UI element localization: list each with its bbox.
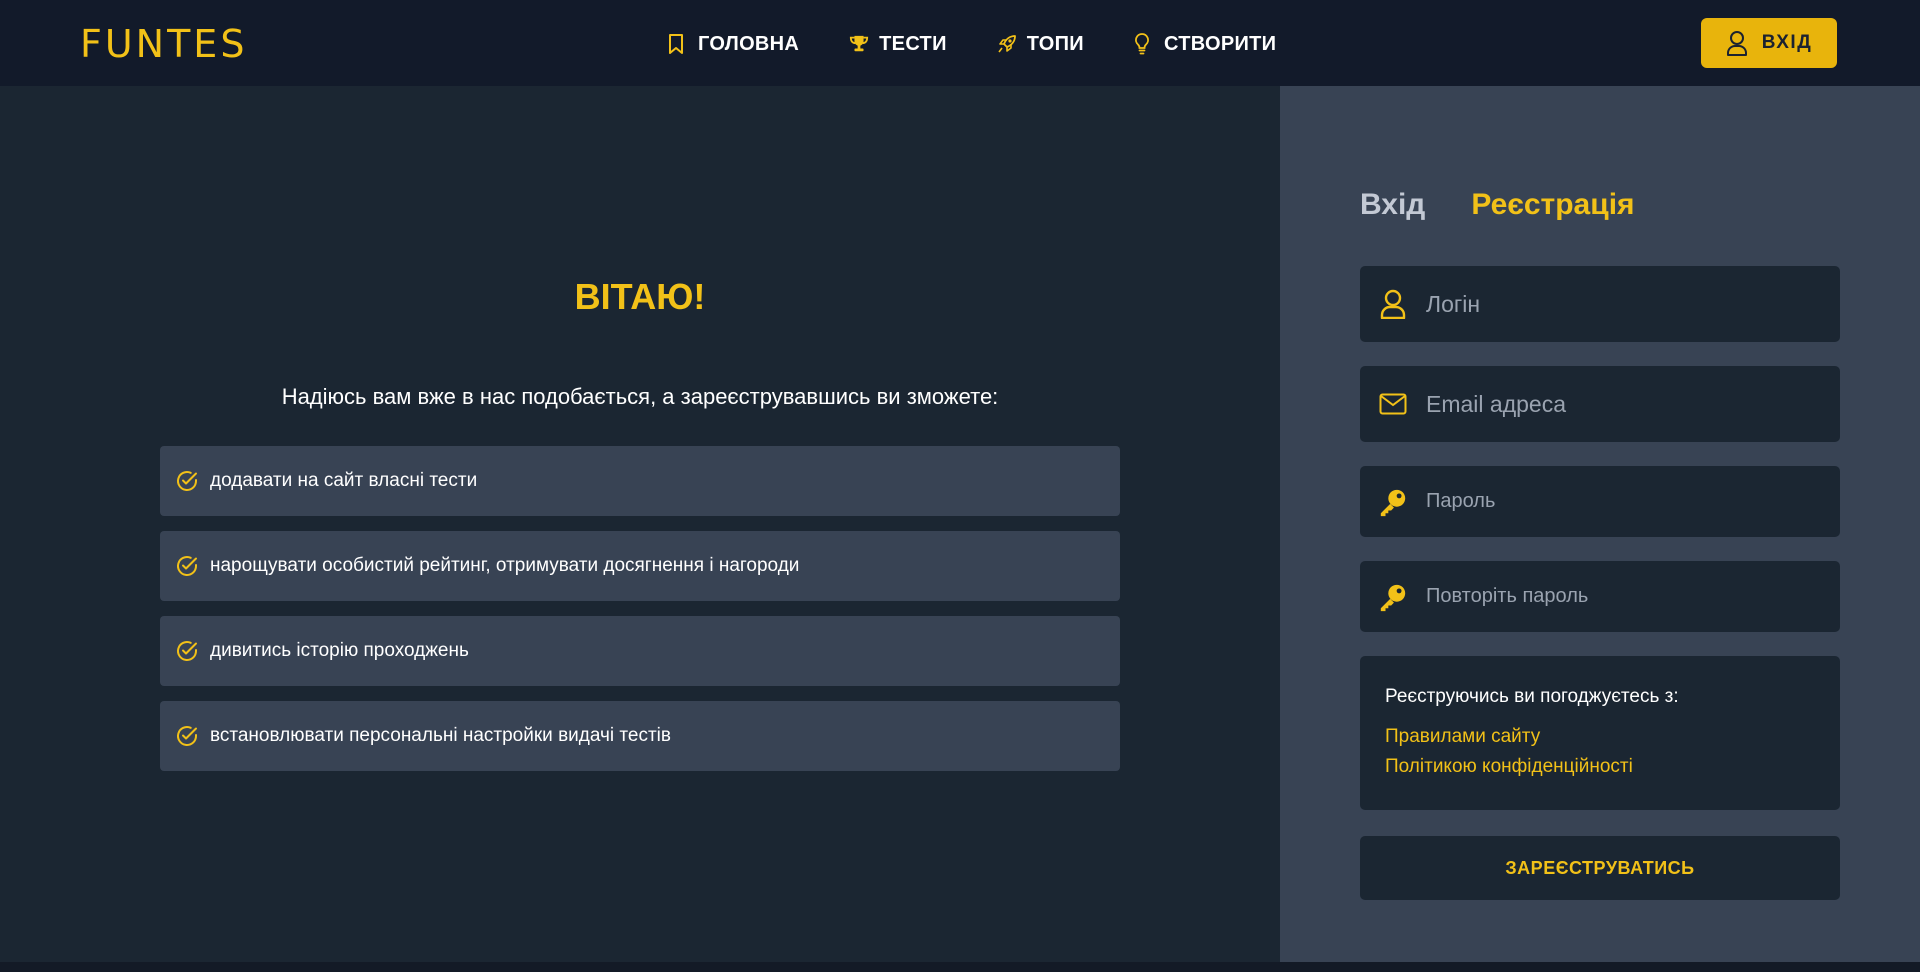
nav-item-label: ТЕСТИ	[879, 32, 947, 55]
check-circle-icon	[176, 470, 198, 492]
main-nav: ГОЛОВНА ТЕСТИ ТОПИ СТВОРИТИ	[668, 28, 1276, 60]
bookmark-icon	[668, 33, 688, 55]
benefit-text: встановлювати персональні настройки вида…	[210, 725, 671, 746]
list-item: нарощувати особистий рейтинг, отримувати…	[160, 531, 1120, 601]
password-input[interactable]	[1426, 490, 1826, 513]
nav-item-label: СТВОРИТИ	[1163, 32, 1277, 55]
check-circle-icon	[176, 725, 198, 747]
footer-strip	[0, 962, 1920, 972]
nav-item-tests[interactable]: ТЕСТИ	[849, 33, 947, 56]
login-button-label: ВХІД	[1761, 32, 1813, 53]
password-repeat-input[interactable]	[1426, 585, 1826, 608]
privacy-policy-link[interactable]: Політикою конфіденційності	[1385, 756, 1815, 778]
benefit-text: нарощувати особистий рейтинг, отримувати…	[210, 555, 800, 576]
password-field[interactable]	[1360, 466, 1840, 537]
benefit-text: додавати на сайт власні тести	[210, 470, 478, 491]
benefits-list: додавати на сайт власні тести нарощувати…	[160, 446, 1120, 786]
login-field[interactable]	[1360, 266, 1840, 342]
list-item: додавати на сайт власні тести	[160, 446, 1120, 516]
envelope-icon	[1378, 388, 1408, 420]
login-input[interactable]	[1426, 290, 1826, 318]
list-item: дивитись історію проходжень	[160, 616, 1120, 686]
nav-item-home[interactable]: ГОЛОВНА	[668, 33, 799, 56]
user-icon	[1726, 30, 1750, 56]
auth-tabs: Вхід Реєстрація	[1360, 188, 1681, 222]
terms-lead: Реєструючись ви погоджуєтесь з:	[1385, 686, 1679, 707]
welcome-subtitle: Надіюсь вам вже в нас подобається, а зар…	[281, 384, 999, 409]
auth-panel: Вхід Реєстрація Реєструючись ви погоджує…	[1280, 86, 1920, 962]
key-icon	[1378, 486, 1408, 518]
rocket-icon	[997, 33, 1017, 55]
welcome-panel: ВІТАЮ! Надіюсь вам вже в нас подобається…	[0, 86, 1280, 962]
key-icon	[1378, 581, 1408, 613]
email-input[interactable]	[1426, 390, 1826, 418]
trophy-icon	[849, 33, 869, 55]
check-circle-icon	[176, 640, 198, 662]
site-logo[interactable]: FUNTES	[80, 22, 247, 66]
top-navbar: FUNTES ГОЛОВНА ТЕСТИ ТОПИ СТВОРИТИ ВХІД	[0, 0, 1920, 86]
login-button[interactable]: ВХІД	[1701, 18, 1837, 68]
tab-login[interactable]: Вхід	[1360, 188, 1425, 222]
list-item: встановлювати персональні настройки вида…	[160, 701, 1120, 771]
lightbulb-icon	[1134, 33, 1154, 55]
terms-box: Реєструючись ви погоджуєтесь з: Правилам…	[1360, 656, 1840, 810]
email-field[interactable]	[1360, 366, 1840, 442]
user-icon	[1378, 288, 1408, 320]
nav-item-label: ГОЛОВНА	[698, 32, 800, 55]
password-repeat-field[interactable]	[1360, 561, 1840, 632]
tab-register[interactable]: Реєстрація	[1471, 188, 1634, 222]
nav-item-label: ТОПИ	[1026, 32, 1084, 55]
nav-item-tops[interactable]: ТОПИ	[997, 33, 1084, 56]
nav-item-create[interactable]: СТВОРИТИ	[1134, 33, 1276, 56]
benefit-text: дивитись історію проходжень	[210, 640, 469, 661]
register-button[interactable]: ЗАРЕЄСТРУВАТИСЬ	[1360, 836, 1840, 900]
check-circle-icon	[176, 555, 198, 577]
site-rules-link[interactable]: Правилами сайту	[1385, 726, 1815, 748]
welcome-title: ВІТАЮ!	[574, 276, 706, 317]
